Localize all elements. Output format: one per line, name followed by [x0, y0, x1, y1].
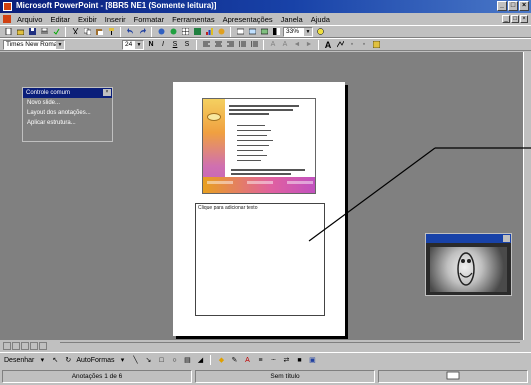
arrow-icon[interactable]: ↘ — [143, 355, 153, 365]
rectangle-icon[interactable]: □ — [156, 355, 166, 365]
drawing-toolbar: Desenhar ▾ ↖ ↻ AutoFormas ▾ ╲ ↘ □ ○ ▤ ◢ … — [0, 352, 531, 367]
slide-miniature-window — [425, 233, 512, 296]
office-assistant-icon — [457, 252, 475, 286]
status-bar: Anotações 1 de 6 Sem título — [0, 368, 531, 385]
free-rotate-icon[interactable]: ↻ — [63, 355, 73, 365]
common-tasks-title[interactable]: Controle comum × — [23, 88, 112, 98]
select-objects-icon[interactable]: ↖ — [50, 355, 60, 365]
view-bar — [0, 340, 531, 352]
close-icon[interactable] — [503, 235, 510, 242]
menu-apply-design[interactable]: Aplicar estrutura... — [23, 118, 112, 128]
miniature-preview[interactable] — [430, 247, 507, 292]
line-style-icon[interactable]: ≡ — [255, 355, 265, 365]
menu-notes-layout[interactable]: Layout dos anotações... — [23, 108, 112, 118]
spelling-status-icon — [446, 371, 460, 380]
draw-menu-button[interactable]: Desenhar — [4, 357, 34, 364]
line-icon[interactable]: ╲ — [130, 355, 140, 365]
chevron-down-icon[interactable]: ▾ — [37, 355, 47, 365]
menu-new-slide[interactable]: Novo slide... — [23, 98, 112, 108]
horizontal-scrollbar[interactable] — [60, 342, 520, 350]
chevron-down-icon[interactable]: ▾ — [117, 355, 127, 365]
close-icon[interactable]: × — [103, 89, 111, 96]
wordart-icon[interactable]: ◢ — [195, 355, 205, 365]
oval-icon[interactable]: ○ — [169, 355, 179, 365]
arrow-style-icon[interactable]: ⇄ — [281, 355, 291, 365]
dash-style-icon[interactable]: ┄ — [268, 355, 278, 365]
outline-view-icon[interactable] — [12, 342, 20, 350]
slideshow-icon[interactable] — [39, 342, 47, 350]
common-tasks-title-text: Controle comum — [26, 90, 71, 96]
3d-icon[interactable]: ▣ — [307, 355, 317, 365]
slide-sorter-icon[interactable] — [30, 342, 38, 350]
status-view: Anotações 1 de 6 — [2, 370, 192, 383]
normal-view-icon[interactable] — [3, 342, 11, 350]
common-tasks-panel: Controle comum × Novo slide... Layout do… — [22, 87, 113, 142]
status-template: Sem título — [195, 370, 375, 383]
shadow-draw-icon[interactable]: ■ — [294, 355, 304, 365]
toolbar-separator — [210, 355, 212, 365]
callout-arrow — [308, 147, 531, 242]
text-box-icon[interactable]: ▤ — [182, 355, 192, 365]
status-spelling — [378, 370, 528, 383]
autoshapes-menu-button[interactable]: AutoFormas — [76, 357, 114, 364]
fill-color-icon[interactable]: ◆ — [216, 355, 226, 365]
line-color-icon[interactable]: ✎ — [229, 355, 239, 365]
slide-view-icon[interactable] — [21, 342, 29, 350]
font-color-draw-icon[interactable]: A — [242, 355, 252, 365]
miniature-title-bar[interactable] — [426, 234, 511, 243]
